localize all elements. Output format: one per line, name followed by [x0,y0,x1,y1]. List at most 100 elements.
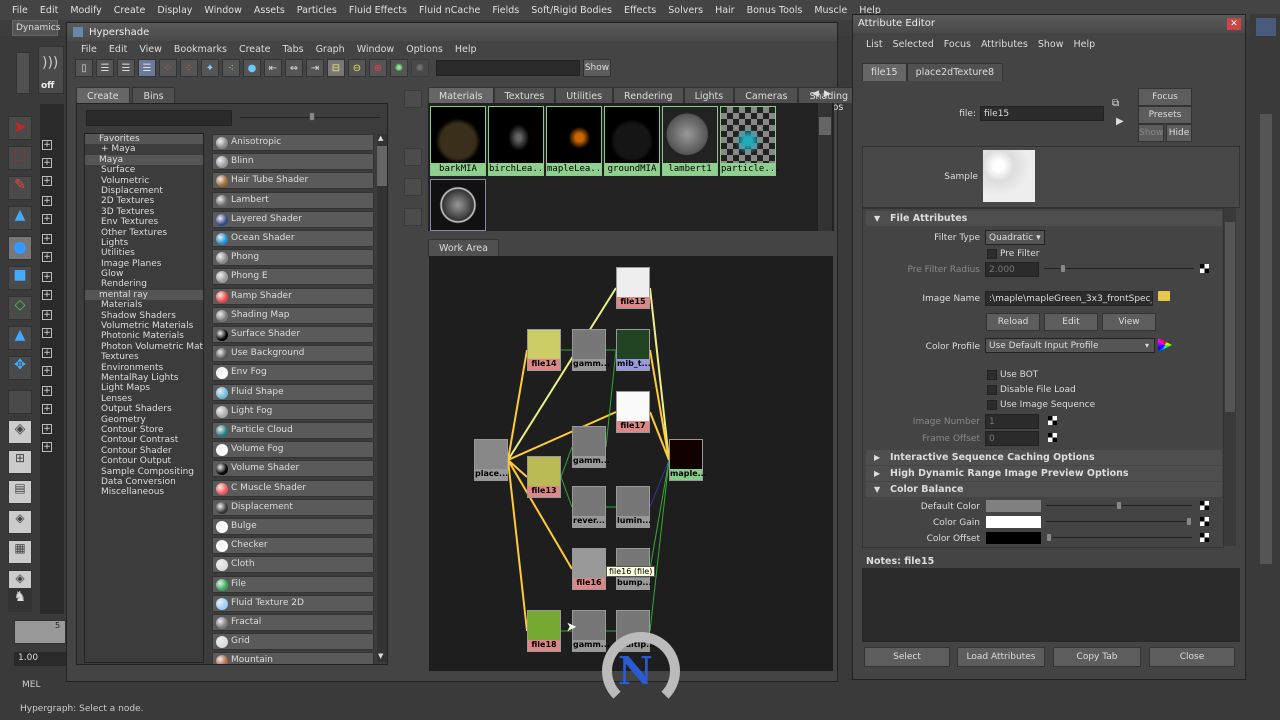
folder-icon[interactable] [1158,291,1170,301]
tab-cameras[interactable]: Cameras [734,87,799,103]
section-hdr-preview[interactable]: ▶ High Dynamic Range Image Preview Option… [866,466,1222,481]
work-area[interactable]: file15 file14 gamm... mib_t... file17 place..… [429,256,833,671]
expand-icon[interactable]: + [42,310,52,320]
menu-set-dropdown[interactable]: Dynamics [12,20,60,36]
tab-scroll-right-icon[interactable]: ▶ [824,89,831,99]
layout-graph-icon[interactable]: ◈ [8,510,32,534]
expand-icon[interactable]: + [42,140,52,150]
graph-node-maple[interactable]: maple... [669,439,707,481]
ae-menu-attributes[interactable]: Attributes [976,39,1033,50]
layout-both-icon[interactable]: ☰ [138,59,156,77]
view-button[interactable]: View [1102,313,1156,331]
tree-item[interactable]: Photonic Materials [85,331,203,341]
expand-icon[interactable]: + [42,366,52,376]
graph-node-rever[interactable]: rever... [572,486,606,528]
tree-item[interactable]: 2D Textures [85,196,203,206]
filter-field[interactable] [86,110,232,126]
graph-up-icon[interactable]: ⁘ [159,59,177,77]
menu-modify[interactable]: Modify [64,5,107,16]
node-type-item[interactable]: Hair Tube Shader [212,172,374,190]
layout-top-icon[interactable]: ☰ [96,59,114,77]
ae-menu-focus[interactable]: Focus [939,39,976,50]
slider-knob[interactable] [1046,533,1052,542]
tree-item[interactable]: Shadow Shaders [85,311,203,321]
ae-menu-list[interactable]: List [861,39,888,50]
node-type-item[interactable]: Blinn [212,153,374,171]
node-type-item[interactable]: Phong E [212,268,374,286]
map-button-icon[interactable] [1200,264,1209,273]
ae-menu-help[interactable]: Help [1068,39,1100,50]
layout-hypershade-icon[interactable]: ▦ [8,540,32,564]
rotate-tool-icon[interactable]: ● [8,236,32,260]
pre-filter-radius-slider[interactable] [1044,268,1194,269]
node-type-item[interactable]: Bulge [212,518,374,535]
close-button[interactable]: Close [1149,647,1235,667]
slider-knob[interactable] [1116,501,1122,510]
clear-graph-icon[interactable]: ⊛ [369,59,387,77]
expand-icon[interactable]: + [42,386,52,396]
search-field[interactable] [436,60,580,76]
expand-icon[interactable]: + [42,234,52,244]
show-button[interactable]: Show [1138,124,1164,142]
node-type-item[interactable]: Fluid Shape [212,383,374,401]
expand-icon[interactable]: + [42,272,52,282]
notes-field[interactable] [862,568,1240,642]
menu-bonus-tools[interactable]: Bonus Tools [741,5,809,16]
filter-type-dropdown[interactable]: Quadratic ▾ [985,230,1045,245]
tree-item[interactable]: Output Shaders [85,404,203,414]
layer-scrollbar[interactable] [1260,114,1272,564]
menu-window[interactable]: Window [198,5,247,16]
material-swatch[interactable]: barkMIA [430,106,486,176]
tab-rendering[interactable]: Rendering [613,87,684,103]
tree-item[interactable]: Geometry [85,415,203,425]
tree-item[interactable]: Light Maps [85,383,203,393]
tree-item[interactable]: Contour Output [85,456,203,466]
tab-place2dtexture8[interactable]: place2dTexture8 [906,63,1004,81]
ae-menu-selected[interactable]: Selected [888,39,939,50]
tree-category[interactable]: Maya [85,154,203,166]
menu-solvers[interactable]: Solvers [662,5,709,16]
use-image-sequence-checkbox[interactable] [987,400,997,410]
hs-menu-help[interactable]: Help [449,44,483,55]
material-swatch[interactable]: particle... [720,106,781,176]
hs-menu-tabs[interactable]: Tabs [277,44,310,55]
node-type-item[interactable]: Particle Cloud [212,422,374,439]
rearrange-graph-icon[interactable]: ✺ [390,59,408,77]
soft-mod-icon[interactable]: ▲ [8,326,32,350]
node-type-item[interactable]: Cloth [212,556,374,574]
tree-item[interactable]: Image Planes [85,259,203,269]
materials-scrollbar[interactable] [818,103,832,231]
menu-fluid-effects[interactable]: Fluid Effects [343,5,413,16]
map-button-icon[interactable] [1200,501,1209,510]
select-button[interactable]: Select [864,647,950,667]
tree-item[interactable]: MentalRay Lights [85,373,203,383]
strip-tool-icon[interactable] [404,208,422,226]
color-gain-slider[interactable] [1046,521,1192,522]
hs-menu-options[interactable]: Options [400,44,449,55]
section-color-balance[interactable]: ▼ Color Balance [866,482,1222,497]
color-profile-dropdown[interactable]: Use Default Input Profile [985,338,1155,353]
frame-offset-field[interactable]: 0 [985,431,1039,446]
strip-tool-icon[interactable] [404,90,422,108]
ae-menu-show[interactable]: Show [1033,39,1069,50]
tree-item[interactable]: Displacement [85,186,203,196]
tab-lights[interactable]: Lights [683,87,735,103]
image-number-field[interactable]: 1 [985,414,1039,429]
menu-muscle[interactable]: Muscle [808,5,853,16]
node-type-item[interactable]: Layered Shader [212,210,374,228]
select-tool-icon[interactable]: ➤ [8,116,32,140]
paint-select-icon[interactable]: ✎ [8,176,32,200]
reload-button[interactable]: Reload [986,313,1040,331]
menu-particles[interactable]: Particles [291,5,343,16]
node-type-item[interactable]: Ramp Shader [212,287,374,305]
scroll-thumb[interactable] [1225,222,1235,412]
output-connection-icon[interactable]: ▶ [1116,116,1124,127]
image-name-field[interactable]: :\maple\mapleGreen_3x3_frontSpec_2k.tif [985,291,1153,306]
tree-item[interactable]: Lenses [85,394,203,404]
tree-item[interactable]: Sample Compositing [85,467,203,477]
expand-icon[interactable]: + [42,252,52,262]
current-time-field[interactable]: 1.00 [14,652,66,666]
map-button-icon[interactable] [1200,533,1209,542]
menu-fluid-ncache[interactable]: Fluid nCache [413,5,486,16]
map-button-icon[interactable] [1200,517,1209,526]
